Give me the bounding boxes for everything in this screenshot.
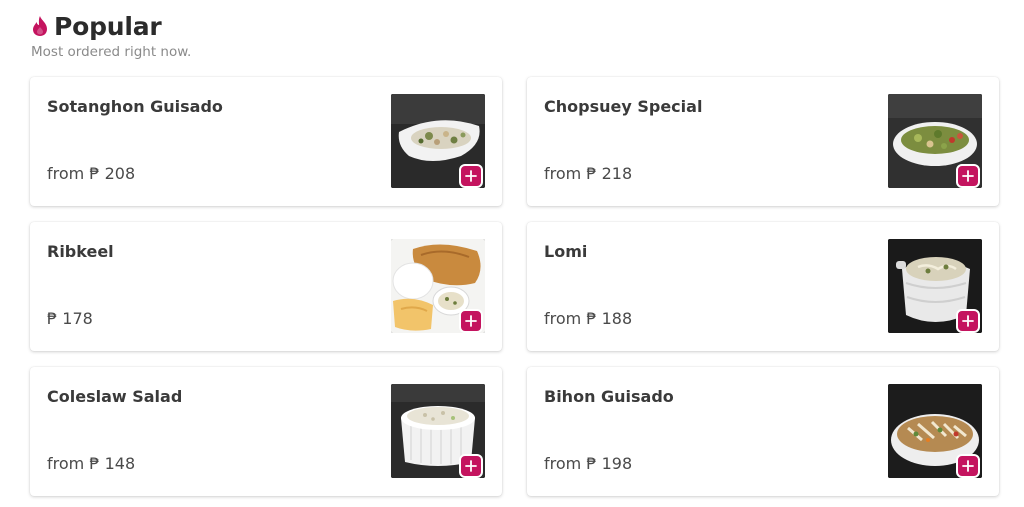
plus-icon bbox=[962, 170, 974, 182]
section-title-row: Popular bbox=[31, 10, 191, 42]
menu-item-name: Sotanghon Guisado bbox=[47, 97, 223, 116]
menu-item-price: from ₱ 188 bbox=[544, 309, 633, 328]
menu-item-name: Lomi bbox=[544, 242, 588, 261]
menu-item-card[interactable]: Lomi from ₱ 188 bbox=[527, 222, 999, 351]
add-to-cart-button[interactable] bbox=[956, 454, 980, 478]
plus-icon bbox=[962, 315, 974, 327]
menu-item-card[interactable]: Sotanghon Guisado from ₱ 208 bbox=[30, 77, 502, 206]
add-to-cart-button[interactable] bbox=[459, 454, 483, 478]
popular-items-grid: Sotanghon Guisado from ₱ 208 Chopsuey Sp… bbox=[30, 77, 999, 496]
menu-item-price: from ₱ 148 bbox=[47, 454, 136, 473]
menu-item-price: from ₱ 198 bbox=[544, 454, 633, 473]
plus-icon bbox=[465, 170, 477, 182]
menu-item-price: ₱ 178 bbox=[47, 309, 93, 328]
plus-icon bbox=[465, 460, 477, 472]
menu-item-card[interactable]: Chopsuey Special from ₱ 218 bbox=[527, 77, 999, 206]
menu-item-price: from ₱ 218 bbox=[544, 164, 633, 183]
section-subtitle: Most ordered right now. bbox=[31, 44, 192, 60]
menu-item-card[interactable]: Ribkeel ₱ 178 bbox=[30, 222, 502, 351]
menu-item-card[interactable]: Bihon Guisado from ₱ 198 bbox=[527, 367, 999, 496]
plus-icon bbox=[465, 315, 477, 327]
add-to-cart-button[interactable] bbox=[459, 309, 483, 333]
flame-icon bbox=[31, 15, 49, 37]
add-to-cart-button[interactable] bbox=[956, 164, 980, 188]
menu-item-name: Chopsuey Special bbox=[544, 97, 703, 116]
menu-item-price: from ₱ 208 bbox=[47, 164, 136, 183]
menu-item-name: Bihon Guisado bbox=[544, 387, 674, 406]
add-to-cart-button[interactable] bbox=[956, 309, 980, 333]
section-header: Popular Most ordered right now. bbox=[31, 10, 192, 61]
menu-item-name: Ribkeel bbox=[47, 242, 114, 261]
menu-item-card[interactable]: Coleslaw Salad from ₱ 148 bbox=[30, 367, 502, 496]
section-title: Popular bbox=[54, 11, 162, 41]
plus-icon bbox=[962, 460, 974, 472]
menu-item-name: Coleslaw Salad bbox=[47, 387, 183, 406]
add-to-cart-button[interactable] bbox=[459, 164, 483, 188]
